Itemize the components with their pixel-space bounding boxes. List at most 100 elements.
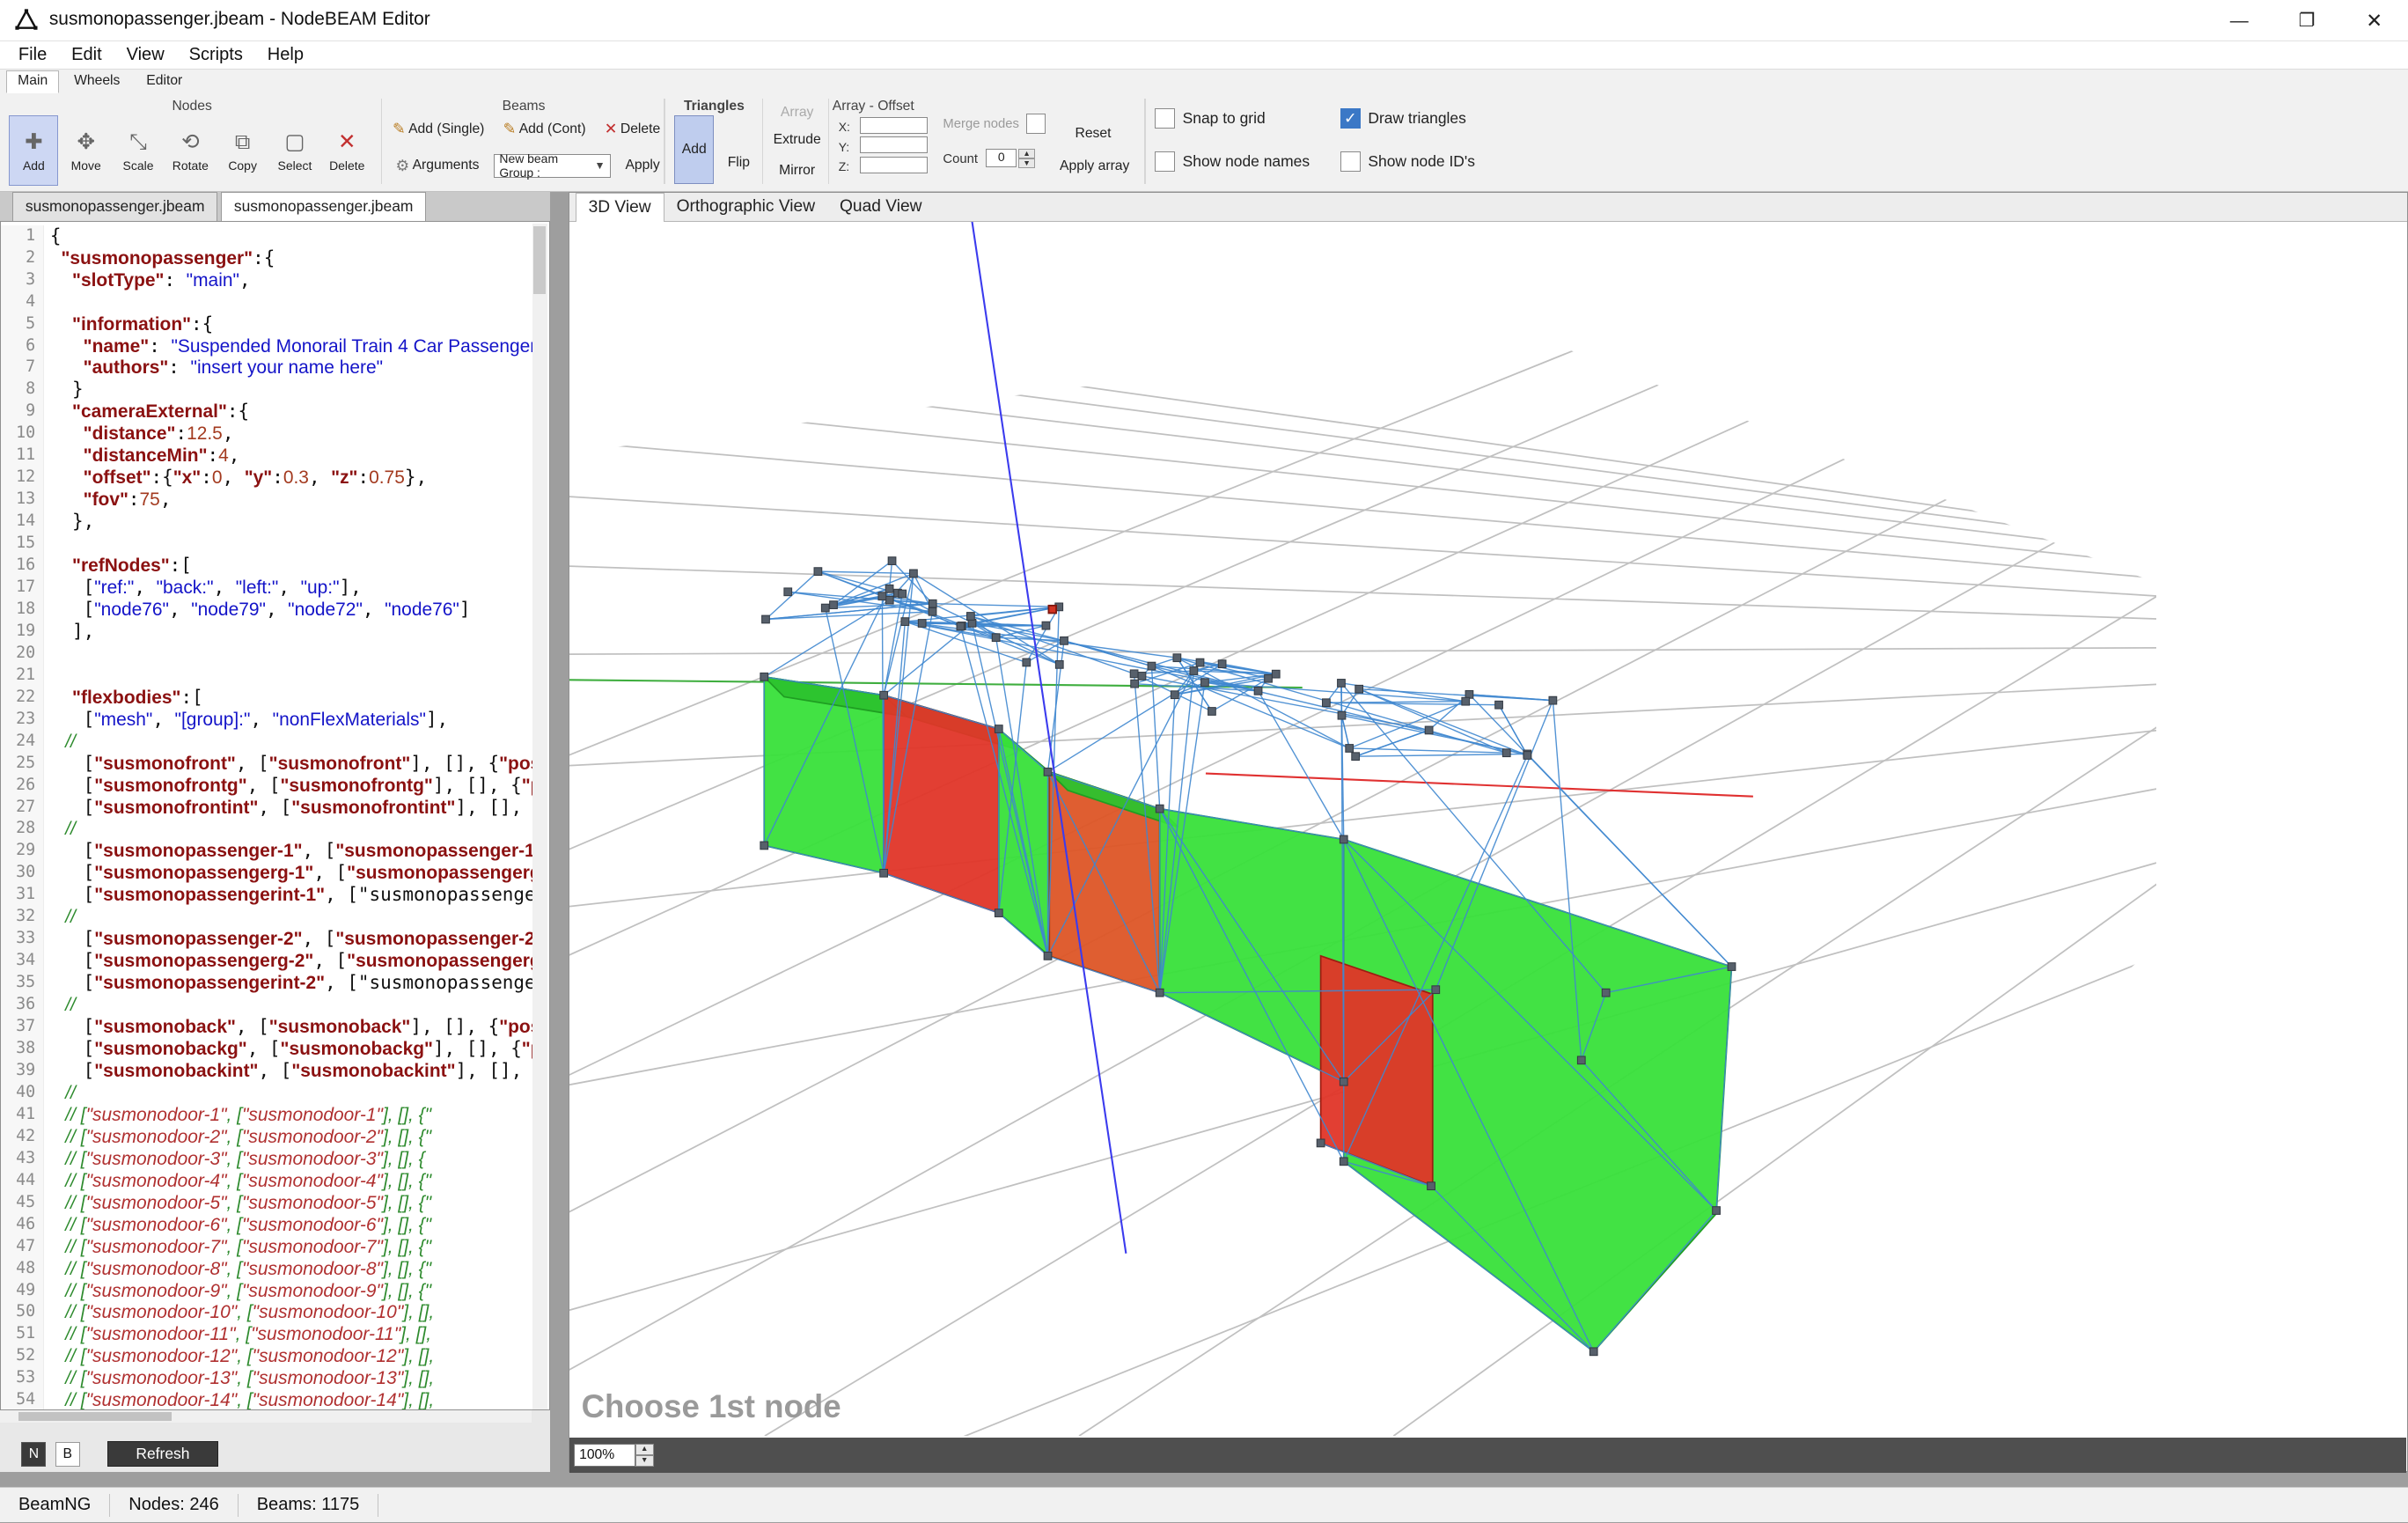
flip-triangle-button[interactable]: Flip [720, 151, 757, 175]
code-line[interactable]: 24 // [1, 731, 532, 753]
code-line[interactable]: 37 ["susmonoback", ["susmonoback"], [], … [1, 1016, 532, 1038]
apply-beam-group-button[interactable]: Apply [620, 153, 665, 178]
code-line[interactable]: 36 // [1, 994, 532, 1016]
toggle-show-node-id-s[interactable]: Show node ID's [1340, 149, 1475, 173]
code-line[interactable]: 42 // ["susmonodoor-2", ["susmonodoor-2"… [1, 1126, 532, 1148]
menu-edit[interactable]: Edit [59, 45, 114, 65]
maximize-button[interactable]: ❐ [2273, 0, 2341, 41]
code-line[interactable]: 15 [1, 533, 532, 555]
code-line[interactable]: 5 "information":{ [1, 313, 532, 335]
code-line[interactable]: 40 // [1, 1082, 532, 1104]
code-line[interactable]: 43 // ["susmonodoor-3", ["susmonodoor-3"… [1, 1148, 532, 1170]
zoom-input[interactable]: 100% [574, 1444, 635, 1467]
code-line[interactable]: 9 "cameraExternal":{ [1, 401, 532, 423]
stepper-down-icon[interactable]: ▼ [1018, 158, 1035, 168]
code-line[interactable]: 49 // ["susmonodoor-9", ["susmonodoor-9"… [1, 1280, 532, 1302]
deletebeam-button[interactable]: ✕Delete [599, 117, 666, 142]
stepper-up-icon[interactable]: ▲ [635, 1444, 654, 1455]
ribbon-tab-wheels[interactable]: Wheels [62, 70, 132, 93]
z-offset-input[interactable] [860, 157, 928, 173]
code-line[interactable]: 51 // ["susmonodoor-11", ["susmonodoor-1… [1, 1323, 532, 1345]
editor-vertical-scrollbar[interactable] [532, 224, 547, 1409]
code-line[interactable]: 26 ["susmonofrontg", ["susmonofrontg"], … [1, 775, 532, 797]
view-tab-quad-view[interactable]: Quad View [827, 193, 934, 222]
code-line[interactable]: 6 "name": "Suspended Monorail Train 4 Ca… [1, 335, 532, 357]
x-offset-input[interactable] [860, 117, 928, 134]
menu-scripts[interactable]: Scripts [177, 45, 255, 65]
rotate-node-button[interactable]: ⟲Rotate [165, 115, 215, 186]
code-line[interactable]: 14 }, [1, 511, 532, 533]
nodes-mode-button[interactable]: N [21, 1442, 46, 1467]
minimize-button[interactable]: — [2206, 0, 2273, 41]
code-line[interactable]: 50 // ["susmonodoor-10", ["susmonodoor-1… [1, 1301, 532, 1323]
refresh-button[interactable]: Refresh [107, 1441, 218, 1468]
jbeam-editor[interactable]: 1{2 "susmonopassenger":{3 "slotType": "m… [0, 221, 550, 1410]
code-line[interactable]: 47 // ["susmonodoor-7", ["susmonodoor-7"… [1, 1236, 532, 1258]
code-line[interactable]: 30 ["susmonopassengerg-1", ["susmonopass… [1, 862, 532, 884]
beam-group-dropdown[interactable]: New beam Group : ▼ [494, 154, 611, 177]
code-line[interactable]: 18 ["node76", "node79", "node72", "node7… [1, 599, 532, 621]
code-line[interactable]: 46 // ["susmonodoor-6", ["susmonodoor-6"… [1, 1214, 532, 1236]
code-line[interactable]: 27 ["susmonofrontint", ["susmonofrontint… [1, 797, 532, 819]
add-node-button[interactable]: ✚Add [9, 115, 58, 186]
code-line[interactable]: 16 "refNodes":[ [1, 555, 532, 577]
code-line[interactable]: 23 ["mesh", "[group]:", "nonFlexMaterial… [1, 709, 532, 731]
view-tab-3d-view[interactable]: 3D View [576, 193, 664, 222]
scrollbar-thumb[interactable] [18, 1412, 173, 1421]
unchecked-checkbox-icon[interactable] [1155, 151, 1175, 172]
code-area[interactable]: 1{2 "susmonopassenger":{3 "slotType": "m… [1, 225, 532, 1410]
code-line[interactable]: 4 [1, 291, 532, 313]
mirror-button[interactable]: Mirror [768, 163, 826, 179]
count-input[interactable]: 0 [986, 149, 1017, 167]
code-line[interactable]: 1{ [1, 225, 532, 247]
zoom-stepper[interactable]: ▲▼ [635, 1444, 654, 1467]
code-line[interactable]: 41 // ["susmonodoor-1", ["susmonodoor-1"… [1, 1104, 532, 1126]
code-line[interactable]: 54 // ["susmonodoor-14", ["susmonodoor-1… [1, 1389, 532, 1410]
arguments-button[interactable]: ⚙ Arguments [390, 153, 484, 178]
code-line[interactable]: 29 ["susmonopassenger-1", ["susmonopasse… [1, 840, 532, 862]
beams-mode-button[interactable]: B [55, 1442, 80, 1467]
code-line[interactable]: 53 // ["susmonodoor-13", ["susmonodoor-1… [1, 1367, 532, 1389]
close-button[interactable]: ✕ [2340, 0, 2408, 41]
move-node-button[interactable]: ✥Move [62, 115, 111, 186]
code-line[interactable]: 33 ["susmonopassenger-2", ["susmonopasse… [1, 928, 532, 950]
code-line[interactable]: 44 // ["susmonodoor-4", ["susmonodoor-4"… [1, 1170, 532, 1192]
code-line[interactable]: 35 ["susmonopassengerint-2", ["susmonopa… [1, 972, 532, 994]
stepper-down-icon[interactable]: ▼ [635, 1455, 654, 1467]
code-line[interactable]: 28 // [1, 818, 532, 840]
ribbon-tab-main[interactable]: Main [6, 70, 59, 93]
apply-array-button[interactable]: Apply array [1060, 158, 1129, 174]
toggle-draw-triangles[interactable]: ✓Draw triangles [1340, 106, 1475, 130]
add-cont-beam-button[interactable]: ✎Add (Cont) [497, 117, 591, 142]
copy-node-button[interactable]: ⧉Copy [218, 115, 268, 186]
code-line[interactable]: 34 ["susmonopassengerg-2", ["susmonopass… [1, 950, 532, 972]
scrollbar-thumb[interactable] [533, 226, 546, 294]
code-line[interactable]: 22 "flexbodies":[ [1, 687, 532, 709]
editor-horizontal-scrollbar[interactable] [0, 1410, 532, 1423]
ribbon-tab-editor[interactable]: Editor [135, 70, 194, 93]
count-stepper[interactable]: ▲▼ [1018, 149, 1035, 167]
code-line[interactable]: 31 ["susmonopassengerint-1", ["susmonopa… [1, 884, 532, 906]
menu-file[interactable]: File [6, 45, 59, 65]
file-tab-0[interactable]: susmonopassenger.jbeam [12, 192, 217, 221]
code-line[interactable]: 17 ["ref:", "back:", "left:", "up:"], [1, 577, 532, 599]
select-node-button[interactable]: ▢Select [270, 115, 319, 186]
extrude-button[interactable]: Extrude [768, 132, 826, 148]
code-line[interactable]: 45 // ["susmonodoor-5", ["susmonodoor-5"… [1, 1192, 532, 1214]
code-line[interactable]: 13 "fov":75, [1, 489, 532, 511]
code-line[interactable]: 3 "slotType": "main", [1, 269, 532, 291]
checked-checkbox-icon[interactable]: ✓ [1340, 108, 1361, 129]
unchecked-checkbox-icon[interactable] [1340, 151, 1361, 172]
code-line[interactable]: 2 "susmonopassenger":{ [1, 247, 532, 269]
merge-nodes-checkbox[interactable] [1026, 114, 1046, 134]
menu-help[interactable]: Help [255, 45, 316, 65]
code-line[interactable]: 39 ["susmonobackint", ["susmonobackint"]… [1, 1060, 532, 1082]
toggle-snap-to-grid[interactable]: Snap to grid [1155, 106, 1310, 130]
add-triangle-button[interactable]: Add [674, 115, 714, 185]
viewport-canvas[interactable]: Choose 1st node [569, 222, 2406, 1437]
code-line[interactable]: 20 [1, 643, 532, 665]
code-line[interactable]: 52 // ["susmonodoor-12", ["susmonodoor-1… [1, 1345, 532, 1367]
code-line[interactable]: 10 "distance":12.5, [1, 423, 532, 445]
view-tab-orthographic-view[interactable]: Orthographic View [664, 193, 827, 222]
add-single-beam-button[interactable]: ✎Add (Single) [387, 117, 490, 142]
